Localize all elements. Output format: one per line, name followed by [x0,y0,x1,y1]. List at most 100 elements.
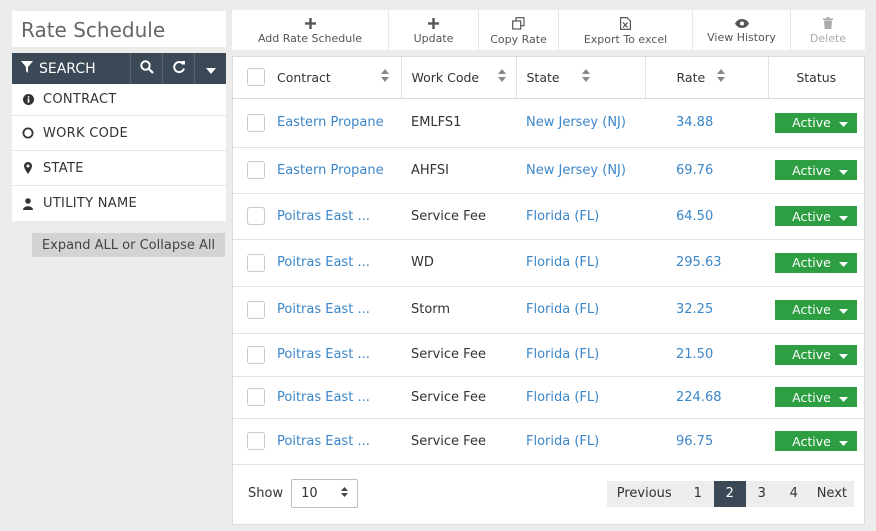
status-label: Active [792,162,831,178]
filter-contract[interactable]: CONTRACT [12,84,226,116]
state-link[interactable]: New Jersey (NJ) [526,115,626,130]
select-all-checkbox[interactable] [247,68,265,87]
view-history-button[interactable]: View History [693,10,791,50]
filter-work-code[interactable]: WORK CODE [12,116,226,151]
row-checkbox[interactable] [247,207,265,225]
rate-link[interactable]: 21.50 [676,347,713,362]
status-cell: Active [768,376,864,419]
state-link[interactable]: Florida (FL) [526,434,599,449]
page-button-2[interactable]: 2 [713,480,746,507]
state-link[interactable]: Florida (FL) [526,302,599,317]
state-cell: Florida (FL) [516,376,645,419]
status-dropdown[interactable]: Active [775,252,857,273]
toolbar: Add Rate Schedule Update Copy Rate Expor… [232,10,865,50]
page-size-value: 10 [301,486,318,501]
contract-link[interactable]: Poitras East ... [277,390,370,405]
column-header-state[interactable]: State [516,57,646,99]
show-label: Show [248,486,284,501]
contract-link[interactable]: Poitras East ... [277,209,370,224]
filter-state[interactable]: STATE [12,151,226,186]
rate-link[interactable]: 64.50 [676,209,713,224]
rate-cell: 64.50 [645,193,768,240]
rate-cell: 224.68 [645,376,768,419]
table-row[interactable]: Eastern Propane AHFSI New Jersey (NJ) 69.76… [233,147,864,194]
table-row[interactable]: Poitras East ... Service Fee Florida (FL) 2… [233,333,864,377]
page-button-3[interactable]: 3 [746,481,778,507]
refresh-button[interactable] [162,53,194,84]
search-icon [139,59,154,78]
status-label: Active [792,433,831,449]
user-icon [22,197,34,210]
rate-link[interactable]: 34.88 [676,115,713,130]
pagination: Previous 1 2 3 4 Next [606,480,854,507]
column-header-contract[interactable]: Contract [233,57,402,99]
status-dropdown[interactable]: Active [775,112,857,133]
state-cell: Florida (FL) [516,286,645,334]
rate-link[interactable]: 32.25 [676,302,713,317]
state-link[interactable]: Florida (FL) [526,390,599,405]
copy-rate-button[interactable]: Copy Rate [479,10,559,50]
status-dropdown[interactable]: Active [775,206,857,226]
rate-link[interactable]: 69.76 [676,163,713,178]
rate-cell: 21.50 [645,333,768,377]
next-page-button[interactable]: Next [810,481,854,507]
row-checkbox[interactable] [247,161,265,179]
status-cell: Active [768,286,864,334]
search-dropdown-button[interactable] [194,53,226,84]
state-link[interactable]: New Jersey (NJ) [526,163,626,178]
status-dropdown[interactable]: Active [775,299,857,320]
previous-page-button[interactable]: Previous [607,481,682,507]
table-row[interactable]: Poitras East ... Service Fee Florida (FL) 9… [233,418,864,465]
page-button-1[interactable]: 1 [682,481,714,507]
contract-link[interactable]: Poitras East ... [277,434,370,449]
contract-link[interactable]: Poitras East ... [277,255,370,270]
work-code-cell: Service Fee [401,193,516,240]
delete-button[interactable]: Delete [791,10,865,50]
table-row[interactable]: Poitras East ... Service Fee Florida (FL) 6… [233,193,864,240]
filter-list: CONTRACT WORK CODE STATE UTILITY NAME [12,84,226,221]
status-dropdown[interactable]: Active [775,160,857,180]
caret-down-icon [838,390,848,405]
tool-label: Copy Rate [490,32,547,46]
contract-link[interactable]: Poitras East ... [277,347,370,362]
row-checkbox[interactable] [247,345,265,364]
row-checkbox[interactable] [247,253,265,272]
tool-label: Delete [809,32,847,45]
tool-label: Add Rate Schedule [257,31,363,45]
state-link[interactable]: Florida (FL) [526,347,599,362]
rate-cell: 34.88 [645,98,768,148]
search-button[interactable] [130,53,162,84]
filter-utility-name[interactable]: UTILITY NAME [12,186,226,221]
row-checkbox[interactable] [247,388,265,406]
state-link[interactable]: Florida (FL) [526,209,599,224]
table-row[interactable]: Poitras East ... WD Florida (FL) 295.63 Acti… [233,239,864,287]
page-button-4[interactable]: 4 [778,481,810,507]
map-pin-icon [22,162,34,174]
search-toggle[interactable]: SEARCH [12,53,130,84]
column-header-rate[interactable]: Rate [645,57,769,99]
status-dropdown[interactable]: Active [775,431,857,451]
contract-link[interactable]: Eastern Propane [277,115,384,130]
contract-link[interactable]: Poitras East ... [277,302,370,317]
table-row[interactable]: Eastern Propane EMLFS1 New Jersey (NJ) 34.8… [233,98,864,148]
page-size-select[interactable]: 10 [291,479,359,508]
row-checkbox[interactable] [247,300,265,319]
update-button[interactable]: Update [389,10,479,50]
row-checkbox[interactable] [247,113,265,132]
table-row[interactable]: Poitras East ... Storm Florida (FL) 32.25 Ac… [233,286,864,334]
caret-down-icon [838,302,848,317]
table-row[interactable]: Poitras East ... Service Fee Florida (FL) 2… [233,376,864,419]
expand-collapse-button[interactable]: Expand ALL or Collapse All [32,233,225,257]
export-excel-button[interactable]: Export To excel [559,10,693,50]
rate-link[interactable]: 96.75 [676,434,713,449]
column-header-work-code[interactable]: Work Code [401,57,517,99]
rate-link[interactable]: 295.63 [676,255,722,270]
rate-link[interactable]: 224.68 [676,390,722,405]
add-rate-schedule-button[interactable]: Add Rate Schedule [232,10,389,50]
row-checkbox[interactable] [247,432,265,450]
state-link[interactable]: Florida (FL) [526,255,599,270]
status-dropdown[interactable]: Active [775,344,857,365]
contract-link[interactable]: Eastern Propane [277,163,384,178]
plus-icon [304,17,316,29]
status-dropdown[interactable]: Active [775,387,857,407]
